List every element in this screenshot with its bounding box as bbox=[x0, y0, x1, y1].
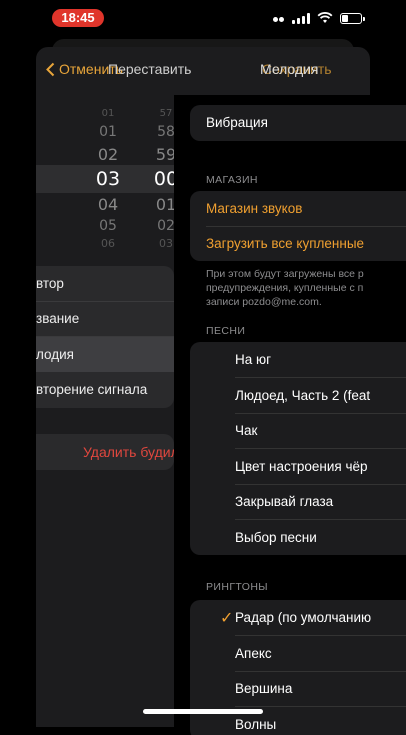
delete-alarm-button[interactable]: Удалить будильник bbox=[36, 434, 174, 470]
store-header: МАГАЗИН bbox=[206, 174, 258, 186]
songs-header: ПЕСНИ bbox=[206, 325, 246, 337]
hour-item[interactable]: 05 bbox=[88, 218, 128, 234]
vibration-card: Вибрация bbox=[190, 105, 406, 141]
chevron-left-icon bbox=[46, 62, 55, 76]
ringtones-card: ✓ Радар (по умолчанию Апекс Вершина Волн… bbox=[190, 600, 406, 735]
settings-row-snooze[interactable]: вторение сигнала bbox=[36, 372, 174, 407]
settings-row-sound[interactable]: лодия bbox=[36, 337, 174, 372]
alarm-settings-group: втор звание лодия вторение сигнала bbox=[36, 266, 174, 408]
hour-selected[interactable]: 03 bbox=[88, 168, 128, 190]
minute-item[interactable]: 03 bbox=[146, 237, 176, 250]
tone-store-link[interactable]: Магазин звуков bbox=[190, 191, 406, 226]
ringtone-item[interactable]: Вершина bbox=[190, 671, 406, 706]
minute-selected[interactable]: 00 bbox=[146, 168, 176, 190]
ringtone-item-selected[interactable]: Радар (по умолчанию bbox=[190, 600, 406, 635]
hour-item[interactable]: 04 bbox=[88, 195, 128, 214]
melody-title: Мелодия bbox=[260, 61, 319, 77]
download-all-link[interactable]: Загрузить все купленные bbox=[190, 226, 406, 261]
song-item[interactable]: Закрывай глаза bbox=[190, 484, 406, 519]
minute-item[interactable]: 58 bbox=[146, 124, 176, 140]
time-picker[interactable]: 01 01 02 03 04 05 06 57 58 59 00 01 02 0… bbox=[36, 104, 176, 252]
status-icons bbox=[273, 9, 365, 27]
minute-item[interactable]: 57 bbox=[146, 108, 176, 119]
battery-icon bbox=[340, 12, 365, 24]
melody-sheet: Вибрация МАГАЗИН Магазин звуков Загрузит… bbox=[174, 95, 406, 735]
download-note-line: предупреждения, купленные с п bbox=[206, 282, 364, 294]
song-item[interactable]: На юг bbox=[190, 342, 406, 377]
ringtones-header: РИНГТОНЫ bbox=[206, 581, 269, 593]
download-note-line: При этом будут загружены все р bbox=[206, 268, 364, 280]
hour-item[interactable]: 01 bbox=[88, 124, 128, 140]
song-item[interactable]: Людоед, Часть 2 (feat bbox=[190, 378, 406, 413]
minute-item[interactable]: 01 bbox=[146, 195, 176, 214]
minute-item[interactable]: 02 bbox=[146, 218, 176, 234]
pick-song-row[interactable]: Выбор песни bbox=[190, 520, 406, 555]
settings-row-label[interactable]: звание bbox=[36, 301, 174, 336]
store-card: Магазин звуков Загрузить все купленные bbox=[190, 191, 406, 261]
songs-card: На юг Людоед, Часть 2 (feat Чак Цвет нас… bbox=[190, 342, 406, 555]
song-item[interactable]: Чак bbox=[190, 413, 406, 448]
hour-item[interactable]: 06 bbox=[88, 237, 128, 250]
ringtone-item[interactable]: Апекс bbox=[190, 636, 406, 671]
hour-item[interactable]: 01 bbox=[88, 108, 128, 119]
vibration-row[interactable]: Вибрация bbox=[190, 105, 406, 141]
signal-icon bbox=[292, 12, 310, 24]
download-note-line: записи pozdo@me.com. bbox=[206, 296, 322, 308]
song-item[interactable]: Цвет настроения чёр bbox=[190, 449, 406, 484]
hour-item[interactable]: 02 bbox=[88, 145, 128, 164]
wifi-icon bbox=[317, 12, 333, 23]
settings-row-repeat[interactable]: втор bbox=[36, 266, 174, 301]
home-indicator[interactable] bbox=[143, 709, 263, 714]
delete-alarm-label: Удалить будильник bbox=[83, 444, 174, 460]
dots-icon bbox=[273, 9, 285, 27]
alarm-edit-title: Переставить bbox=[108, 61, 192, 77]
minute-item[interactable]: 59 bbox=[146, 145, 176, 164]
status-time: 18:45 bbox=[52, 9, 104, 27]
